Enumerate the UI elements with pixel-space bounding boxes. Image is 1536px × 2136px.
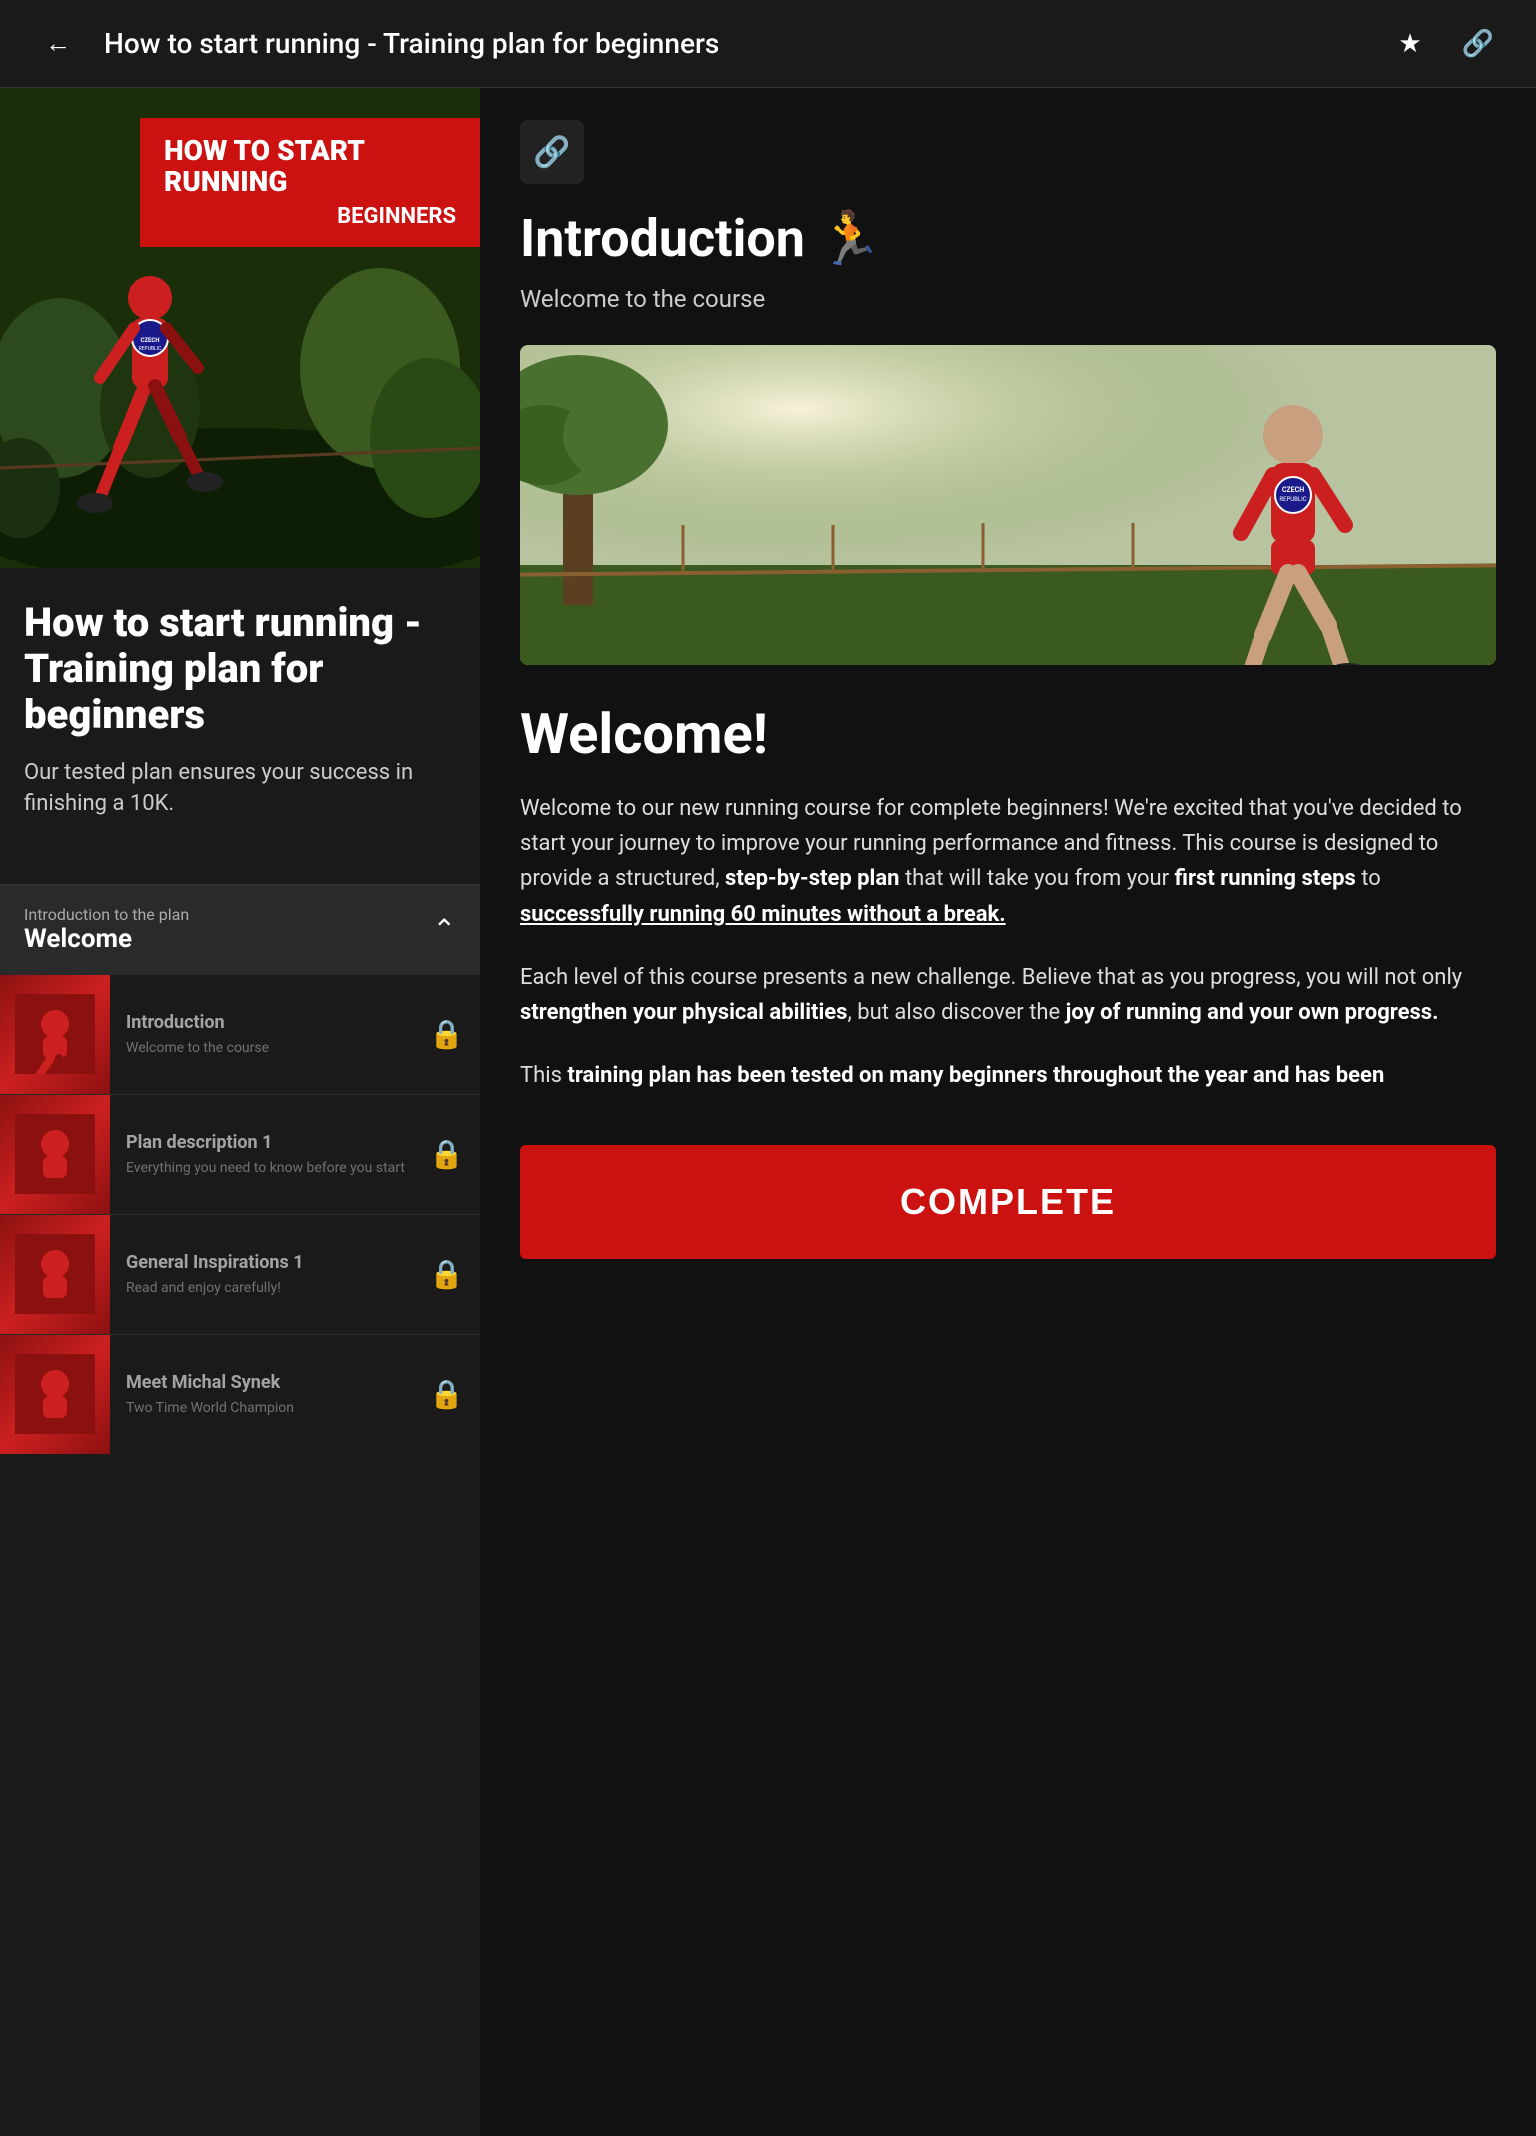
- intro-heading: Introduction 🏃: [520, 208, 1496, 269]
- lessons-list: Introduction Welcome to the course 🔒: [0, 974, 480, 1454]
- bookmark-button[interactable]: ★: [1384, 18, 1436, 70]
- lesson-content: Plan description 1 Everything you need t…: [110, 1120, 480, 1189]
- lock-icon: 🔒: [429, 1378, 464, 1411]
- lesson-thumbnail: [0, 1334, 110, 1454]
- lesson-thumbnail: [0, 1094, 110, 1214]
- section-label: Introduction to the plan: [24, 905, 189, 924]
- back-button[interactable]: ←: [32, 18, 84, 70]
- body-text-3: This training plan has been tested on ma…: [520, 1058, 1496, 1093]
- lesson-title: Introduction: [126, 1012, 464, 1033]
- hero-banner-sub: BEGINNERS: [164, 204, 456, 229]
- lesson-subtitle: Read and enjoy carefully!: [126, 1279, 464, 1297]
- lesson-subtitle: Everything you need to know before you s…: [126, 1159, 464, 1177]
- left-panel: CZECH REPUBLIC: [0, 88, 480, 2136]
- lesson-title: General Inspirations 1: [126, 1252, 464, 1273]
- link-icon: 🔗: [533, 135, 570, 170]
- section-info: Introduction to the plan Welcome: [24, 905, 189, 954]
- welcome-label: Welcome to the course: [520, 285, 1496, 313]
- lesson-item[interactable]: Plan description 1 Everything you need t…: [0, 1094, 480, 1214]
- section-name: Welcome: [24, 924, 189, 954]
- welcome-heading: Welcome!: [520, 701, 1496, 767]
- lesson-title: Plan description 1: [126, 1132, 464, 1153]
- link-badge[interactable]: 🔗: [520, 120, 584, 184]
- lesson-content: Meet Michal Synek Two Time World Champio…: [110, 1360, 480, 1429]
- right-panel: 🔗 Introduction 🏃 Welcome to the course: [480, 88, 1536, 2136]
- complete-button[interactable]: COMPLETE: [520, 1145, 1496, 1259]
- course-info: How to start running - Training plan for…: [0, 568, 480, 884]
- main-layout: CZECH REPUBLIC: [0, 88, 1536, 2136]
- header-title: How to start running - Training plan for…: [104, 27, 719, 60]
- body-text-2: Each level of this course presents a new…: [520, 960, 1496, 1030]
- header: ← How to start running - Training plan f…: [0, 0, 1536, 88]
- course-title: How to start running - Training plan for…: [24, 600, 456, 738]
- lock-icon: 🔒: [429, 1258, 464, 1291]
- share-button[interactable]: 🔗: [1452, 18, 1504, 70]
- svg-text:CZECH: CZECH: [140, 337, 159, 344]
- runner-image-2: CZECH REPUBLIC: [520, 345, 1496, 665]
- hero-banner: HOW TO START RUNNING BEGINNERS: [140, 118, 480, 247]
- lesson-subtitle: Two Time World Champion: [126, 1399, 464, 1417]
- body-text-1: Welcome to our new running course for co…: [520, 791, 1496, 932]
- lock-icon: 🔒: [429, 1018, 464, 1051]
- lesson-thumbnail: [0, 1214, 110, 1334]
- svg-text:REPUBLIC: REPUBLIC: [139, 346, 162, 352]
- lesson-subtitle: Welcome to the course: [126, 1039, 464, 1057]
- lesson-item[interactable]: Meet Michal Synek Two Time World Champio…: [0, 1334, 480, 1454]
- hero-banner-title: HOW TO START RUNNING: [164, 136, 456, 198]
- section-header[interactable]: Introduction to the plan Welcome ⌃: [0, 884, 480, 974]
- lesson-thumbnail: [0, 974, 110, 1094]
- course-description: Our tested plan ensures your success in …: [24, 758, 456, 820]
- lesson-item[interactable]: Introduction Welcome to the course 🔒: [0, 974, 480, 1094]
- lesson-title: Meet Michal Synek: [126, 1372, 464, 1393]
- lesson-item[interactable]: General Inspirations 1 Read and enjoy ca…: [0, 1214, 480, 1334]
- lesson-content: General Inspirations 1 Read and enjoy ca…: [110, 1240, 480, 1309]
- svg-text:REPUBLIC: REPUBLIC: [1279, 496, 1306, 503]
- lock-icon: 🔒: [429, 1138, 464, 1171]
- lesson-content: Introduction Welcome to the course: [110, 1000, 480, 1069]
- svg-text:CZECH: CZECH: [1282, 486, 1304, 494]
- hero-image: CZECH REPUBLIC: [0, 88, 480, 568]
- chevron-up-icon: ⌃: [433, 913, 456, 946]
- header-right: ★ 🔗: [1384, 18, 1504, 70]
- header-left: ← How to start running - Training plan f…: [32, 18, 719, 70]
